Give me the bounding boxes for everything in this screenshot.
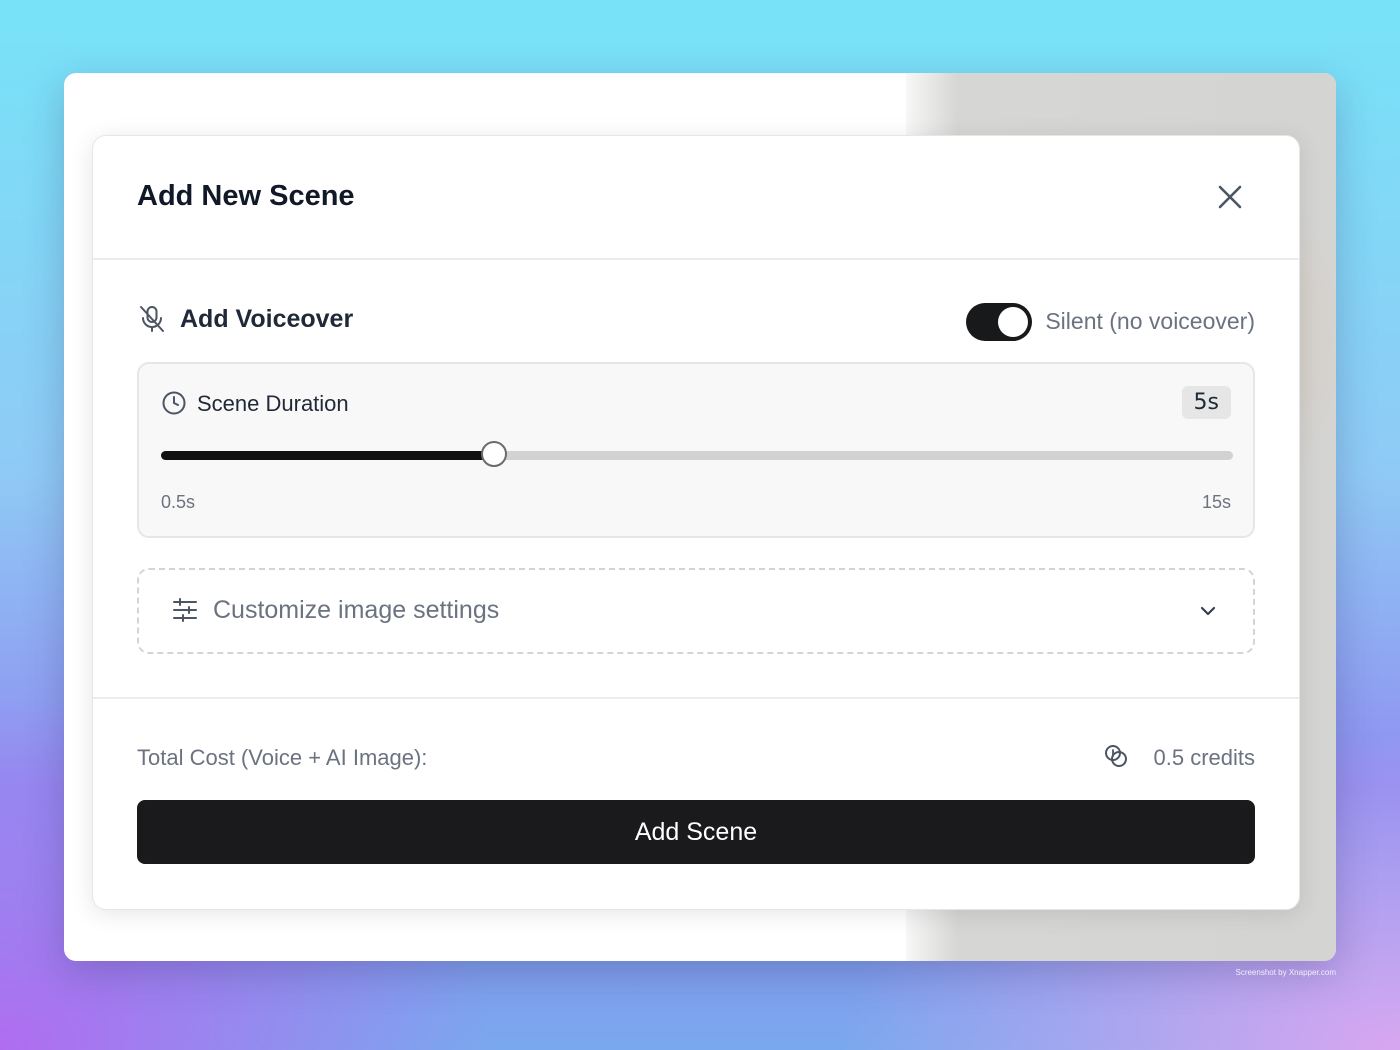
- slider-min-label: 0.5s: [161, 492, 196, 512]
- close-button[interactable]: [1213, 180, 1247, 214]
- silent-toggle-label: Silent (no voiceover): [1045, 308, 1255, 334]
- toggle-knob: [998, 307, 1028, 337]
- footer-divider: [93, 697, 1299, 699]
- customize-image-settings[interactable]: Customize image settings: [137, 568, 1255, 654]
- slider-max-label: 15s: [1201, 492, 1231, 512]
- close-icon: [1218, 185, 1242, 209]
- clock-icon: [162, 391, 186, 415]
- voiceover-label: Add Voiceover: [180, 305, 354, 333]
- duration-value-badge: 5s: [1181, 386, 1231, 419]
- watermark: Screenshot by Xnapper.com: [1235, 968, 1336, 977]
- total-cost-value: 0.5 credits: [1153, 745, 1256, 770]
- add-scene-modal: Add New Scene Add Voiceover Silent (no v…: [92, 135, 1300, 910]
- silent-toggle[interactable]: [966, 303, 1032, 341]
- modal-header: Add New Scene: [93, 136, 1299, 260]
- chevron-down-icon: [1200, 606, 1216, 616]
- total-cost-label: Total Cost (Voice + AI Image):: [137, 745, 428, 770]
- customize-label: Customize image settings: [213, 596, 500, 624]
- voiceover-row: Add Voiceover Silent (no voiceover): [137, 302, 1255, 342]
- slider-fill: [161, 451, 494, 460]
- slider-thumb[interactable]: [480, 441, 507, 467]
- add-scene-button[interactable]: Add Scene: [137, 800, 1255, 864]
- microphone-off-icon: [140, 306, 164, 332]
- duration-slider[interactable]: [161, 441, 1233, 467]
- modal-title: Add New Scene: [137, 180, 355, 212]
- coins-icon: [1105, 745, 1127, 767]
- scene-duration-panel: Scene Duration 5s 0.5s 15s: [137, 362, 1255, 538]
- sliders-icon: [173, 598, 197, 622]
- scene-duration-label: Scene Duration: [197, 391, 349, 416]
